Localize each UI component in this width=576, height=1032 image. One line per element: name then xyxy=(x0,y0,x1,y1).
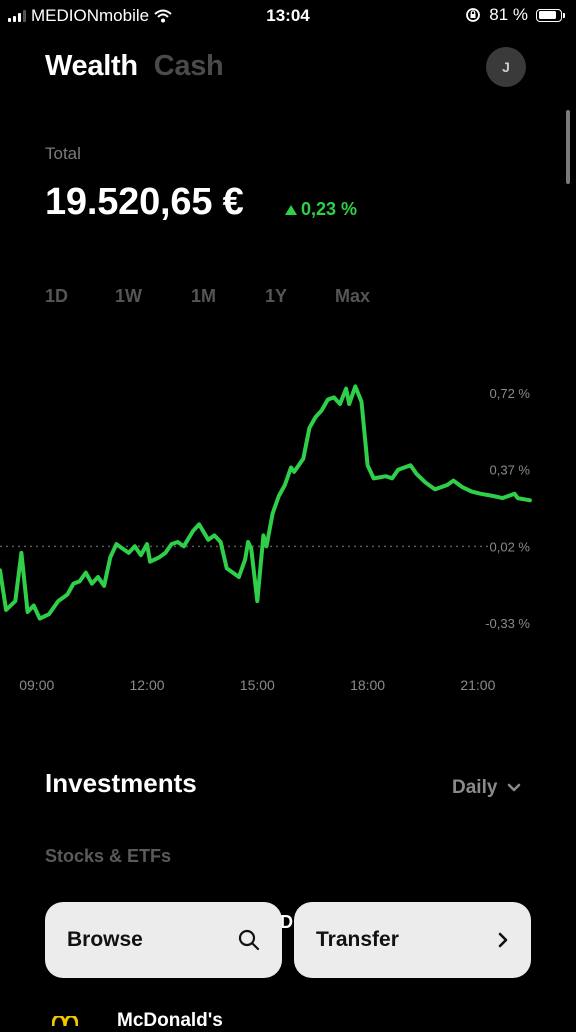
chevron-right-icon xyxy=(498,932,508,948)
x-tick-label: 09:00 xyxy=(19,677,54,693)
tab-cash[interactable]: Cash xyxy=(154,50,224,83)
investments-title: Investments xyxy=(45,768,197,798)
y-tick-label: 0,37 % xyxy=(490,463,531,478)
total-value: 19.520,65 € xyxy=(45,181,244,223)
x-tick-label: 12:00 xyxy=(130,677,165,693)
status-bar: MEDIONmobile 13:04 81 % xyxy=(0,0,576,32)
x-tick-label: 21:00 xyxy=(460,677,495,693)
total-label: Total xyxy=(45,144,81,163)
sort-label: Daily xyxy=(452,777,498,798)
section-label: Stocks & ETFs xyxy=(45,846,172,866)
change-value: 0,23 % xyxy=(301,199,358,219)
x-tick-label: 15:00 xyxy=(240,677,275,693)
list-item-name[interactable]: McDonald's xyxy=(117,1010,223,1032)
change-badge: 0,23 % xyxy=(285,199,357,220)
chevron-down-icon xyxy=(508,783,521,792)
battery-percent: 81 % xyxy=(489,5,528,24)
x-tick-label: 18:00 xyxy=(350,677,385,693)
y-tick-label: -0,33 % xyxy=(485,616,530,631)
header-tabs: Wealth Cash xyxy=(45,50,224,83)
status-right: 81 % xyxy=(465,5,565,25)
battery-icon xyxy=(536,8,565,22)
y-tick-label: 0,72 % xyxy=(490,386,531,401)
up-arrow-icon xyxy=(285,204,297,215)
mcdonalds-logo-icon xyxy=(52,1016,78,1026)
series-line xyxy=(0,384,532,621)
avatar[interactable]: J xyxy=(486,47,526,87)
orientation-lock-icon xyxy=(466,8,481,22)
y-tick-label: 0,02 % xyxy=(490,539,531,554)
tab-wealth[interactable]: Wealth xyxy=(45,50,138,83)
scrollbar[interactable] xyxy=(566,110,570,184)
browse-button[interactable]: Browse xyxy=(45,902,282,978)
transfer-label: Transfer xyxy=(316,928,399,951)
performance-chart[interactable]: 0,72 % 0,37 % 0,02 % -0,33 % 09:00 12:00 15:00… xyxy=(0,300,576,710)
transfer-button[interactable]: Transfer xyxy=(294,902,531,978)
search-icon xyxy=(238,929,260,951)
sort-dropdown[interactable]: Daily xyxy=(452,777,521,799)
browse-label: Browse xyxy=(67,928,143,951)
